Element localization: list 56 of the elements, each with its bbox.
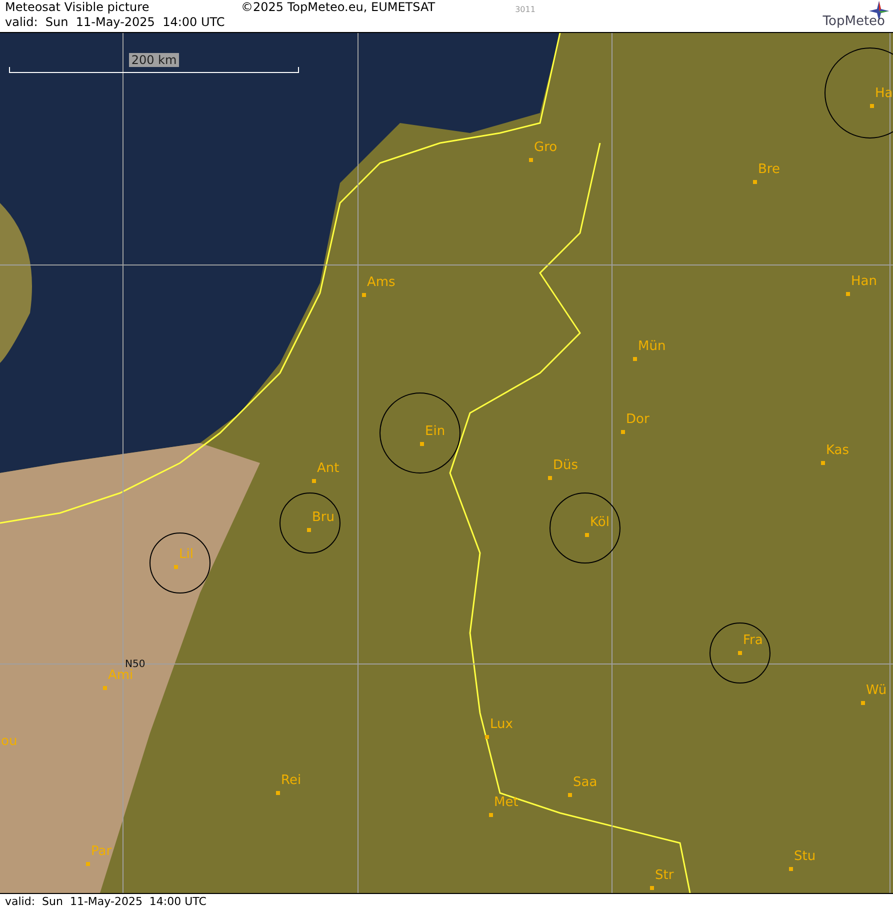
city-marker — [276, 791, 280, 795]
city-label: Kas — [826, 444, 850, 458]
city-marker — [585, 533, 589, 537]
city-label: Lil — [179, 548, 194, 562]
city-marker — [548, 476, 552, 480]
city-marker — [312, 479, 316, 483]
city-label: Köl — [590, 516, 610, 530]
city-marker — [485, 735, 489, 739]
city-marker — [86, 862, 90, 866]
city-marker — [870, 104, 874, 108]
city-marker — [362, 293, 366, 297]
city-label: Bru — [312, 511, 335, 525]
city-marker — [103, 686, 107, 690]
city-label: Ein — [425, 425, 446, 439]
city-marker — [753, 180, 757, 184]
city-marker — [621, 430, 625, 434]
city-label: Fra — [743, 634, 763, 648]
city-label: Ant — [317, 462, 340, 476]
city-label: Met — [494, 796, 518, 810]
city-label: Gro — [534, 141, 558, 155]
image-code: 3011 — [515, 5, 536, 14]
city-marker — [568, 793, 572, 797]
city-label: Ams — [367, 276, 396, 290]
city-marker — [738, 651, 742, 655]
city-label: Wü — [866, 684, 887, 698]
city-marker — [789, 867, 793, 871]
city-marker — [650, 886, 654, 890]
city-label: Düs — [553, 459, 578, 473]
city-label: Lux — [490, 718, 513, 732]
city-marker — [633, 357, 637, 361]
city-marker — [420, 442, 424, 446]
copyright-text: ©2025 TopMeteo.eu, EUMETSAT — [241, 0, 436, 15]
valid-time: valid: Sun 11-May-2025 14:00 UTC — [5, 895, 206, 908]
grid-label: N50 — [125, 659, 146, 670]
city-label: Par — [91, 845, 112, 859]
city-label: ou — [1, 735, 18, 749]
city-label: Ami — [108, 669, 134, 683]
city-label: Stu — [794, 850, 816, 864]
city-marker — [821, 461, 825, 465]
city-label: Mün — [638, 340, 666, 354]
city-label: Han — [851, 275, 877, 289]
city-marker — [529, 158, 533, 162]
valid-time: valid: Sun 11-May-2025 14:00 UTC — [5, 15, 226, 30]
scale-bar-label: 200 km — [129, 53, 179, 67]
city-label: Dor — [626, 413, 650, 427]
city-marker — [846, 292, 850, 296]
city-label: Bre — [758, 163, 780, 177]
city-marker — [489, 813, 493, 817]
city-label: Str — [655, 869, 674, 883]
city-marker — [861, 701, 865, 705]
city-label: Saa — [573, 776, 598, 790]
city-marker — [174, 565, 178, 569]
map-title: Meteosat Visible picture — [5, 0, 150, 15]
city-label: Rei — [281, 774, 302, 788]
logo-text: TopMeteo — [822, 15, 885, 28]
city-marker — [307, 528, 311, 532]
